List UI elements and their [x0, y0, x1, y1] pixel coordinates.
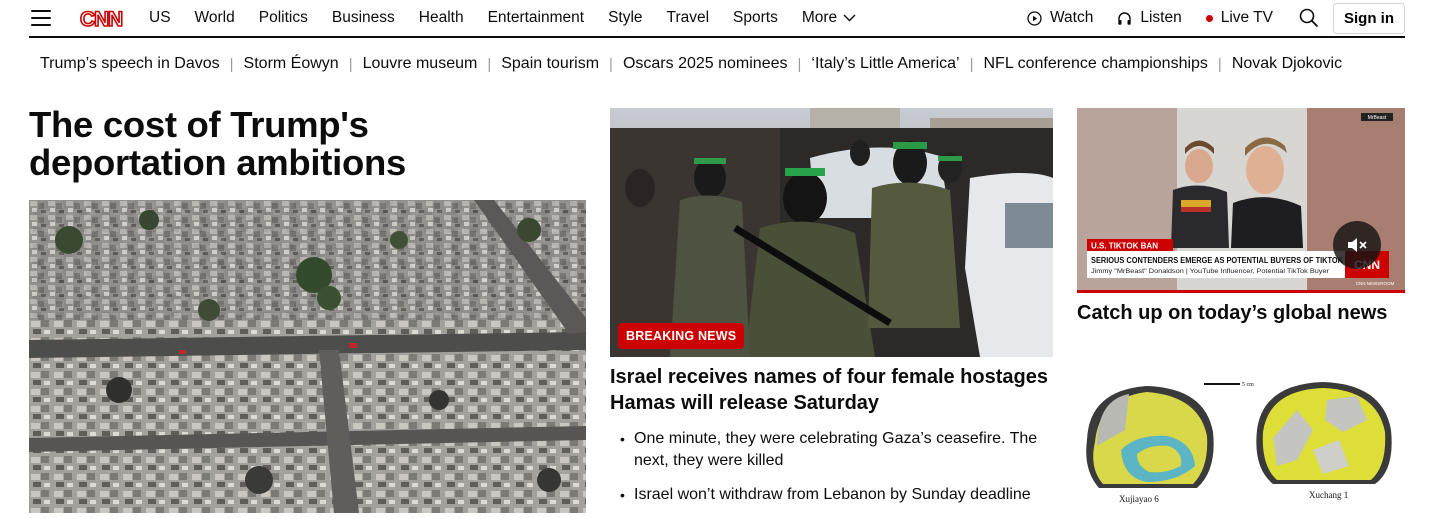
- svg-text:MrBeast: MrBeast: [1368, 115, 1387, 121]
- nav-more-button[interactable]: More: [802, 9, 856, 27]
- skull-figure-image[interactable]: 5 cm Xujiayao 6 Xuchang 1: [1077, 370, 1405, 518]
- nav-entertainment[interactable]: Entertainment: [488, 9, 585, 27]
- listen-button[interactable]: Listen: [1117, 9, 1182, 27]
- top-navigation: CNN US World Politics Business Health En…: [29, 0, 1405, 38]
- trending-link[interactable]: Storm Éowyn: [234, 55, 349, 73]
- trending-link[interactable]: Trump’s speech in Davos: [29, 55, 230, 73]
- trending-link[interactable]: NFL conference championships: [974, 55, 1218, 73]
- nav-politics[interactable]: Politics: [259, 9, 308, 27]
- svg-text:CNN NEWSROOM: CNN NEWSROOM: [1356, 281, 1395, 286]
- svg-text:Jimmy "MrBeast" Donaldson |: Jimmy "MrBeast" Donaldson | YouTube Infl…: [1091, 268, 1330, 275]
- search-icon: [1299, 8, 1319, 28]
- live-tv-label: Live TV: [1220, 9, 1273, 26]
- svg-text:U.S. TIKTOK BAN: U.S. TIKTOK BAN: [1091, 242, 1158, 251]
- svg-text:CNN: CNN: [80, 8, 122, 31]
- trending-bar: Trump’s speech in Davos | Storm Éowyn | …: [29, 52, 1352, 76]
- bullet-dot: •: [620, 487, 625, 503]
- live-dot-icon: [1205, 14, 1213, 22]
- sign-in-button[interactable]: Sign in: [1333, 2, 1405, 34]
- related-link-text: One minute, they were celebrating Gaza’s…: [634, 430, 1038, 469]
- nav-us[interactable]: US: [149, 9, 171, 27]
- play-circle-icon: [1027, 10, 1042, 26]
- nav-world[interactable]: World: [195, 9, 235, 27]
- nav-business[interactable]: Business: [332, 9, 395, 27]
- hamburger-icon[interactable]: [31, 10, 51, 26]
- list-item[interactable]: • One minute, they were celebrating Gaza…: [620, 428, 1060, 472]
- nav-sports[interactable]: Sports: [733, 9, 778, 27]
- listen-label: Listen: [1140, 9, 1182, 26]
- list-item[interactable]: • Israel won’t withdraw from Lebanon by …: [620, 484, 1060, 506]
- related-link-text: Israel won’t withdraw from Lebanon by Su…: [634, 486, 1031, 503]
- center-story-image[interactable]: [610, 108, 1053, 357]
- trending-link[interactable]: Novak Djokovic: [1222, 55, 1352, 73]
- live-tv-button[interactable]: Live TV: [1205, 9, 1273, 27]
- watch-label: Watch: [1049, 9, 1094, 26]
- nav-style[interactable]: Style: [608, 9, 642, 27]
- trending-link[interactable]: Spain tourism: [491, 55, 609, 73]
- header-actions: Watch Listen Live TV Sign in: [1003, 2, 1405, 34]
- trending-link[interactable]: ‘Italy’s Little America’: [801, 55, 969, 73]
- nav-travel[interactable]: Travel: [667, 9, 710, 27]
- mute-button[interactable]: [1333, 221, 1381, 269]
- center-headline[interactable]: Israel receives names of four female hos…: [610, 364, 1053, 416]
- skull-illustration: 5 cm Xujiayao 6 Xuchang 1: [1077, 370, 1405, 518]
- nav-health[interactable]: Health: [419, 9, 464, 27]
- chevron-down-icon: [843, 14, 856, 22]
- lead-headline-line2: deportation ambitions: [29, 142, 406, 183]
- search-button[interactable]: [1299, 8, 1319, 28]
- svg-text:SERIOUS CONTENDERS EMERGE AS P: SERIOUS CONTENDERS EMERGE AS POTENTIAL B…: [1091, 256, 1343, 265]
- svg-text:Xuchang 1: Xuchang 1: [1309, 490, 1348, 500]
- aerial-wildfire-photo: [29, 200, 586, 513]
- related-links: • One minute, they were celebrating Gaza…: [620, 428, 1060, 518]
- breaking-news-badge: BREAKING NEWS: [618, 323, 745, 349]
- lead-headline[interactable]: The cost of Trump's deportation ambition…: [29, 106, 589, 182]
- lead-headline-line1: The cost of Trump's: [29, 104, 369, 145]
- watch-button[interactable]: Watch: [1027, 9, 1093, 27]
- headphones-icon: [1118, 11, 1132, 25]
- trending-link[interactable]: Louvre museum: [353, 55, 488, 73]
- svg-text:5 cm: 5 cm: [1242, 382, 1254, 388]
- crowd-photo: [610, 108, 1053, 357]
- right-headline[interactable]: Catch up on today’s global news: [1077, 300, 1407, 326]
- bullet-dot: •: [620, 431, 625, 447]
- section-nav: US World Politics Business Health Entert…: [149, 9, 856, 27]
- cnn-logo[interactable]: CNN: [77, 5, 125, 31]
- speaker-muted-icon: [1348, 238, 1367, 252]
- svg-text:Xujiayao 6: Xujiayao 6: [1119, 494, 1159, 504]
- trending-link[interactable]: Oscars 2025 nominees: [613, 55, 798, 73]
- nav-more-label: More: [801, 9, 838, 26]
- lead-story-image[interactable]: [29, 200, 586, 513]
